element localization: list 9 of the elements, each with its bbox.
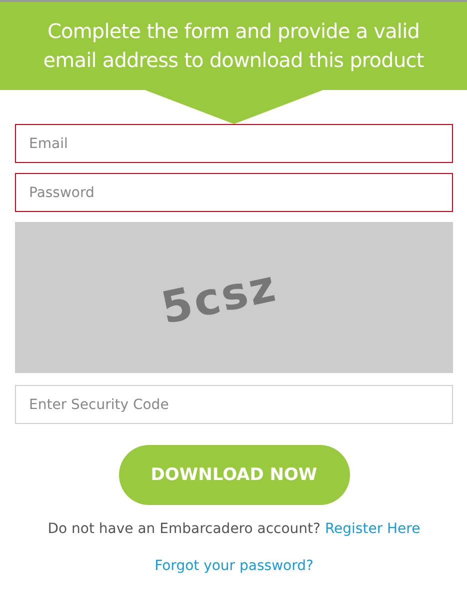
security-code-field[interactable]: Enter Security Code [15,385,453,424]
forgot-password-link[interactable]: Forgot your password? [154,558,314,574]
captcha-code: 5csz [156,260,282,335]
download-button[interactable]: DOWNLOAD NOW [118,445,350,505]
banner-text: Complete the form and provide a valid email address to download this product [42,18,425,74]
email-field[interactable]: Email [15,124,453,163]
password-field[interactable]: Password [15,173,453,212]
register-prompt: Do not have an Embarcadero account? [48,521,320,537]
register-link[interactable]: Register Here [324,521,420,537]
